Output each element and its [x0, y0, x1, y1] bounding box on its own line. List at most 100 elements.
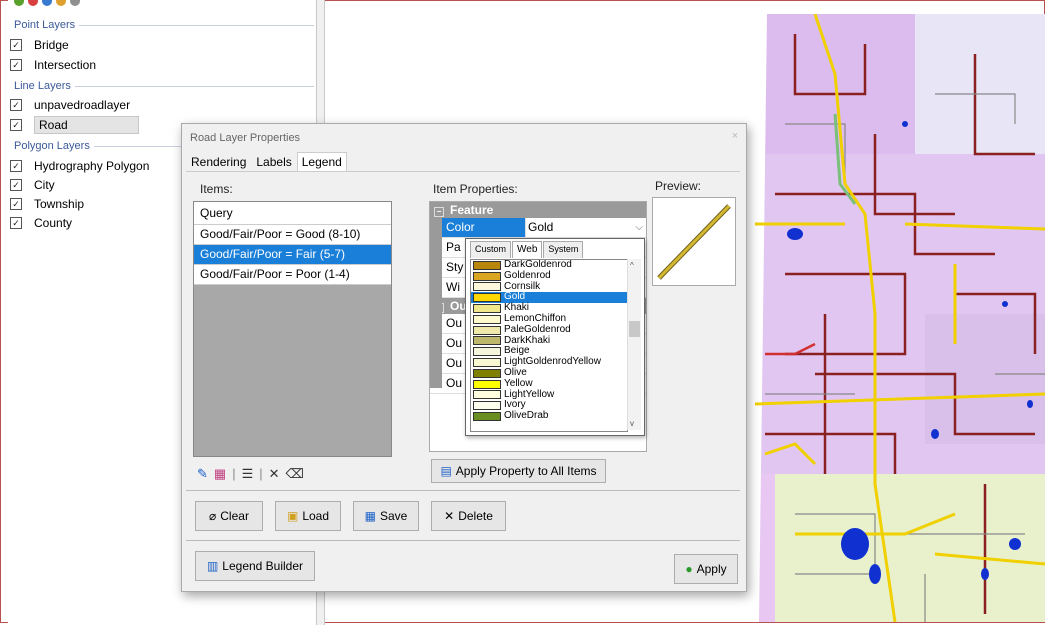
color-option[interactable]: Olive — [471, 367, 627, 379]
tab-custom[interactable]: Custom — [470, 241, 512, 258]
layer-item-hydrography-polygon[interactable]: ✓ Hydrography Polygon — [10, 157, 170, 175]
palette-icon[interactable]: ▦ — [214, 466, 226, 482]
color-swatch — [473, 293, 501, 303]
delete-button[interactable]: ✕ Delete — [431, 501, 506, 531]
save-button[interactable]: ▦ Save — [353, 501, 419, 531]
color-option[interactable]: PaleGoldenrod — [471, 324, 627, 336]
document-icon: ▤ — [440, 464, 452, 478]
layer-style-icon[interactable] — [56, 0, 66, 6]
layers-toolbar — [14, 0, 134, 8]
close-icon[interactable]: × — [728, 129, 742, 143]
layer-checkbox[interactable]: ✓ — [10, 59, 22, 71]
road-layer-properties-dialog: Road Layer Properties × Rendering Labels… — [181, 123, 747, 592]
layer-checkbox[interactable]: ✓ — [10, 179, 22, 191]
preview-label: Preview: — [655, 179, 702, 193]
property-row-color[interactable]: Color Gold ⌵ — [430, 218, 646, 238]
add-layer-icon[interactable] — [14, 0, 24, 6]
legend-builder-button[interactable]: ▥ Legend Builder — [195, 551, 315, 581]
collapse-icon[interactable]: − — [434, 207, 444, 217]
load-button[interactable]: ▣ Load — [275, 501, 341, 531]
layer-item-county[interactable]: ✓ County — [10, 214, 170, 232]
layer-table-icon[interactable] — [70, 0, 80, 6]
apply-property-to-all-button[interactable]: ▤ Apply Property to All Items — [431, 459, 606, 483]
color-select[interactable]: Gold ⌵ — [526, 218, 646, 237]
layer-checkbox[interactable]: ✓ — [10, 99, 22, 111]
layer-checkbox[interactable]: ✓ — [10, 39, 22, 51]
layer-item-intersection[interactable]: ✓ Intersection — [10, 56, 170, 74]
color-swatch — [473, 358, 501, 368]
tab-legend[interactable]: Legend — [296, 152, 347, 172]
layer-checkbox[interactable]: ✓ — [10, 217, 22, 229]
color-dropdown-tabs: Custom Web System — [470, 241, 640, 258]
color-swatch — [473, 260, 501, 270]
list-item[interactable]: Good/Fair/Poor = Poor (1-4) — [194, 265, 391, 285]
chevron-down-icon[interactable]: ⌵ — [635, 218, 646, 237]
color-swatch — [473, 412, 501, 422]
clear-button[interactable]: ⌀ Clear — [195, 501, 263, 531]
color-swatch — [473, 282, 501, 292]
list-item[interactable]: Good/Fair/Poor = Good (8-10) — [194, 225, 391, 245]
map-graphic — [755, 14, 1045, 622]
color-swatch — [473, 271, 501, 281]
layer-tool-icon[interactable] — [42, 0, 52, 6]
legend-items-toolbar: ✎ ▦ | ☰ | ✕ ⌫ — [197, 466, 304, 482]
legend-icon: ▥ — [206, 559, 219, 573]
property-category-feature[interactable]: − Feature — [430, 202, 646, 218]
color-option[interactable]: DarkKhaki — [471, 335, 627, 347]
color-list[interactable]: DarkGoldenrod Goldenrod Cornsilk Gold Khaki L… — [470, 259, 628, 432]
legend-preview — [652, 197, 736, 286]
color-swatch — [473, 314, 501, 324]
color-option[interactable]: Yellow — [471, 378, 627, 390]
layer-item-unpavedroadlayer[interactable]: ✓ unpavedroadlayer — [10, 96, 170, 114]
color-option[interactable]: LightGoldenrodYellow — [471, 356, 627, 368]
edit-style-icon[interactable]: ✎ — [197, 466, 208, 482]
list-item[interactable]: Query — [194, 202, 391, 225]
legend-items-list: Query Good/Fair/Poor = Good (8-10) Good/… — [193, 201, 392, 457]
preview-line — [657, 204, 731, 280]
dialog-title: Road Layer Properties — [190, 132, 301, 144]
layer-item-city[interactable]: ✓ City — [10, 176, 170, 194]
color-swatch — [473, 325, 501, 335]
list-icon[interactable]: ☰ — [242, 466, 254, 482]
layer-item-bridge[interactable]: ✓ Bridge — [10, 36, 170, 54]
scrollbar-thumb[interactable] — [629, 321, 640, 337]
color-swatch — [473, 390, 501, 400]
color-swatch — [473, 401, 501, 411]
layer-checkbox[interactable]: ✓ — [10, 119, 22, 131]
color-list-scrollbar[interactable]: ^ v — [627, 259, 641, 430]
tab-system[interactable]: System — [543, 241, 584, 258]
layer-checkbox[interactable]: ✓ — [10, 160, 22, 172]
color-option[interactable]: Cornsilk — [471, 281, 627, 293]
color-option[interactable]: Ivory — [471, 400, 627, 411]
color-swatch — [473, 304, 501, 314]
save-icon: ▦ — [364, 509, 376, 523]
color-option[interactable]: Goldenrod — [471, 270, 627, 282]
tab-labels[interactable]: Labels — [251, 152, 296, 172]
dialog-tabs: Rendering Labels Legend — [186, 152, 347, 172]
color-swatch — [473, 368, 501, 378]
delete-icon: ✕ — [444, 509, 455, 523]
layer-item-road[interactable]: ✓ Road — [10, 116, 170, 134]
tab-rendering[interactable]: Rendering — [186, 152, 251, 172]
delete-icon[interactable]: ✕ — [269, 466, 280, 482]
tab-web[interactable]: Web — [512, 241, 543, 258]
color-option[interactable]: OliveDrab — [471, 410, 627, 422]
color-option[interactable]: LightYellow — [471, 389, 627, 401]
map-canvas[interactable] — [755, 14, 1045, 622]
remove-layer-icon[interactable] — [28, 0, 38, 6]
group-header-line-layers: Line Layers — [14, 79, 314, 93]
item-properties-label: Item Properties: — [433, 182, 518, 196]
check-circle-icon: ● — [685, 562, 693, 576]
eraser-icon: ⌀ — [209, 509, 217, 523]
apply-button[interactable]: ● Apply — [674, 554, 738, 584]
layer-item-township[interactable]: ✓ Township — [10, 195, 170, 213]
list-item[interactable]: Good/Fair/Poor = Fair (5-7) — [194, 245, 391, 265]
folder-icon: ▣ — [286, 509, 299, 523]
items-label: Items: — [200, 182, 233, 196]
color-option[interactable]: Gold — [471, 292, 627, 304]
scroll-down-icon[interactable]: v — [630, 419, 634, 428]
eraser-icon[interactable]: ⌫ — [286, 466, 304, 482]
layer-checkbox[interactable]: ✓ — [10, 198, 22, 210]
color-swatch — [473, 379, 501, 389]
scroll-up-icon[interactable]: ^ — [630, 261, 634, 270]
